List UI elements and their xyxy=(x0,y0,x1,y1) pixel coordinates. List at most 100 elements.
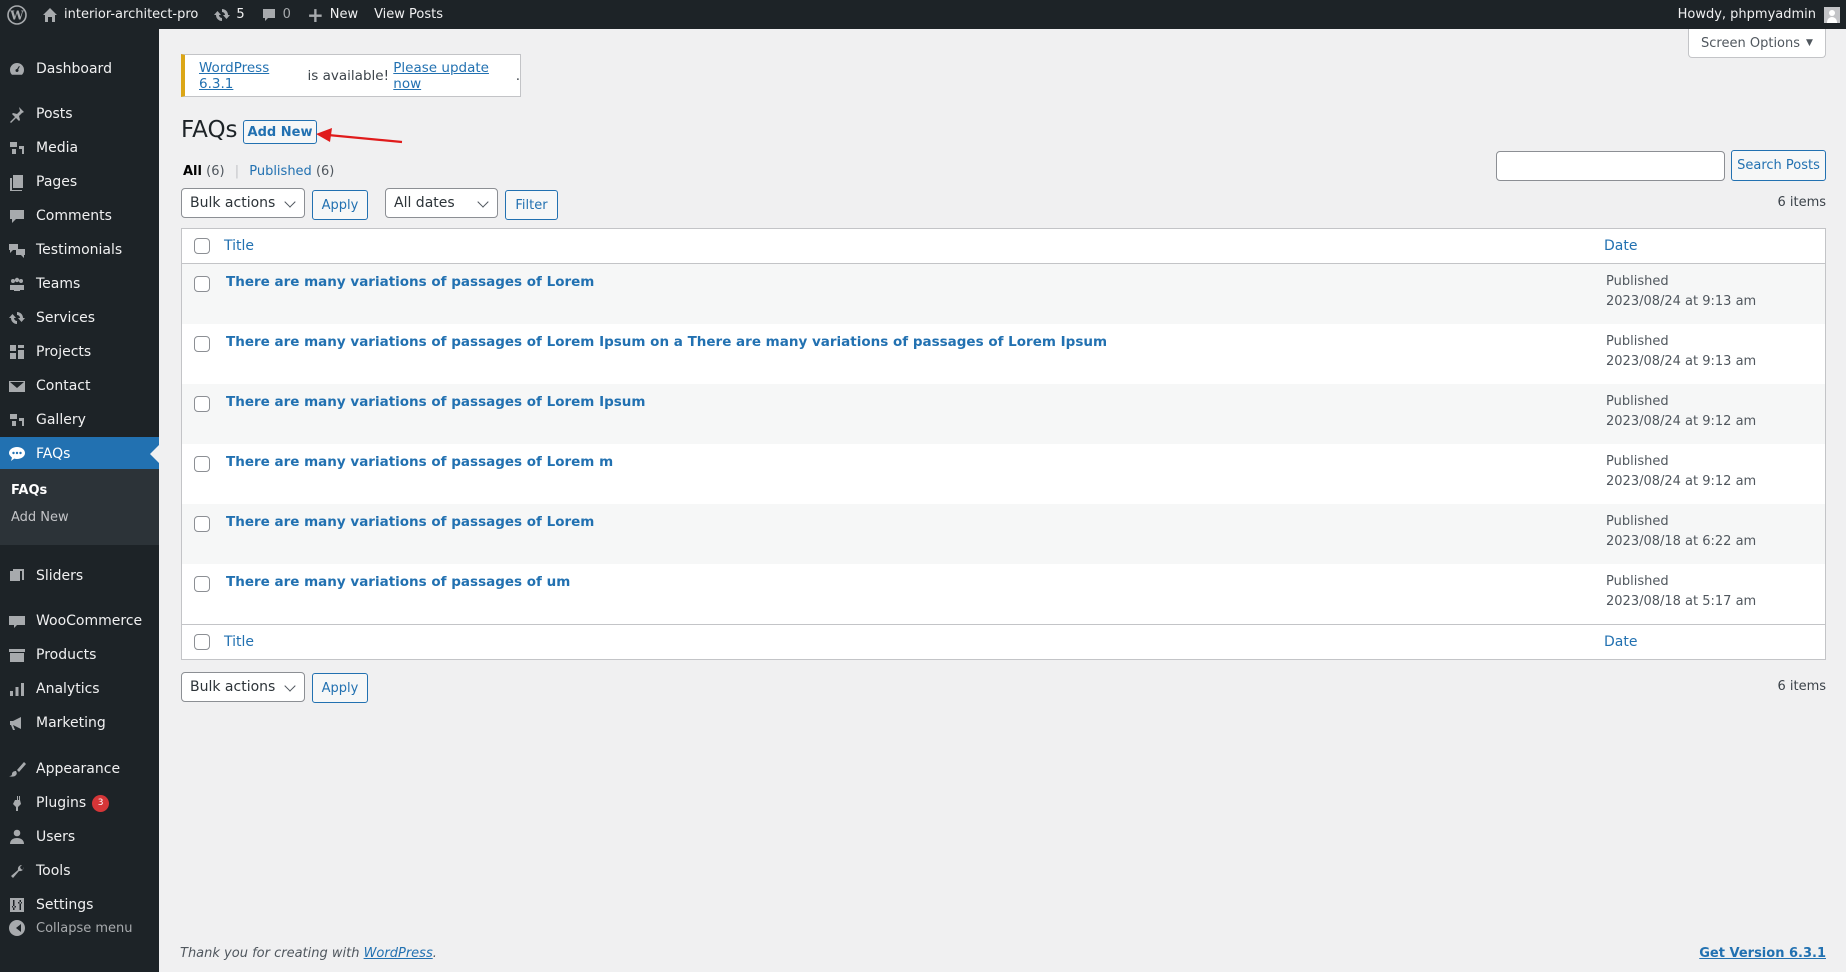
filter-button[interactable]: Filter xyxy=(505,190,558,220)
faq-title-link[interactable]: There are many variations of passages of… xyxy=(226,514,594,530)
sidebar-item-teams[interactable]: Teams xyxy=(0,267,159,301)
sidebar-item-gallery[interactable]: Gallery xyxy=(0,403,159,437)
faq-title-link[interactable]: There are many variations of passages of… xyxy=(226,454,613,470)
screen-options-button[interactable]: Screen Options ▼ xyxy=(1688,29,1826,58)
bulk-actions-select-bottom[interactable]: Bulk actions xyxy=(181,672,305,702)
row-checkbox[interactable] xyxy=(194,396,210,412)
comments-link[interactable]: 0 xyxy=(253,0,299,29)
bulk-actions-value: Bulk actions xyxy=(190,679,276,695)
dates-select[interactable]: All dates xyxy=(385,188,498,218)
post-date: 2023/08/24 at 9:12 am xyxy=(1606,414,1757,429)
sidebar-item-users[interactable]: Users xyxy=(0,820,159,854)
sidebar-item-dashboard[interactable]: Dashboard xyxy=(0,52,159,86)
faq-title-link[interactable]: There are many variations of passages of… xyxy=(226,334,1107,350)
slides-icon xyxy=(0,567,34,585)
sidebar-item-plugins[interactable]: Plugins 3 xyxy=(0,786,159,820)
wordpress-logo-button[interactable]: W xyxy=(0,0,34,29)
table-header: Title Date xyxy=(182,229,1825,264)
sidebar-item-products[interactable]: Products xyxy=(0,638,159,672)
sidebar-item-label: WooCommerce xyxy=(36,613,143,629)
plugin-icon xyxy=(0,794,34,812)
view-posts-link[interactable]: View Posts xyxy=(366,0,451,29)
sidebar-item-services[interactable]: Services xyxy=(0,301,159,335)
dashboard-icon xyxy=(0,60,34,78)
plus-icon: + xyxy=(306,2,324,27)
updates-link[interactable]: 5 xyxy=(206,0,252,29)
avatar xyxy=(1824,6,1840,23)
post-status: Published xyxy=(1606,334,1669,349)
column-title-sort-bottom[interactable]: Title xyxy=(224,634,254,650)
collapse-menu-button[interactable]: Collapse menu xyxy=(0,911,159,945)
faq-title-link[interactable]: There are many variations of passages of… xyxy=(226,574,570,590)
sidebar-item-analytics[interactable]: Analytics xyxy=(0,672,159,706)
row-checkbox[interactable] xyxy=(194,336,210,352)
column-date-sort-bottom[interactable]: Date xyxy=(1604,634,1637,650)
sidebar-item-pages[interactable]: Pages xyxy=(0,165,159,199)
sidebar-item-posts[interactable]: Posts xyxy=(0,97,159,131)
sidebar-item-testimonials[interactable]: Testimonials xyxy=(0,233,159,267)
megaphone-icon xyxy=(0,714,34,732)
faqs-table: Title Date There are many variations of … xyxy=(181,228,1826,660)
notice-period: . xyxy=(515,67,520,84)
wordpress-version-link[interactable]: WordPress 6.3.1 xyxy=(199,60,303,92)
brush-icon xyxy=(0,760,34,778)
sidebar-item-label: Gallery xyxy=(36,412,86,428)
row-checkbox[interactable] xyxy=(194,276,210,292)
row-checkbox[interactable] xyxy=(194,576,210,592)
sidebar-item-comments[interactable]: Comments xyxy=(0,199,159,233)
sidebar-item-faqs[interactable]: FAQs xyxy=(0,437,159,471)
faq-bubble-icon xyxy=(0,445,34,463)
select-all-checkbox[interactable] xyxy=(194,238,210,254)
table-row: There are many variations of passages of… xyxy=(182,324,1825,384)
sidebar-item-woocommerce[interactable]: WooCommerce xyxy=(0,604,159,638)
chevron-down-icon xyxy=(284,680,296,692)
row-checkbox[interactable] xyxy=(194,516,210,532)
faq-title-link[interactable]: There are many variations of passages of… xyxy=(226,274,594,290)
sidebar-item-label: Analytics xyxy=(36,681,100,697)
my-account-link[interactable]: Howdy, phpmyadmin xyxy=(1670,0,1846,29)
pages-icon xyxy=(0,173,34,191)
screen-options-label: Screen Options xyxy=(1701,35,1801,51)
bulk-actions-value: Bulk actions xyxy=(190,195,276,211)
view-all-link[interactable]: All xyxy=(183,164,202,179)
update-icon xyxy=(0,309,34,327)
apply-button-top[interactable]: Apply xyxy=(312,190,368,220)
sidebar-item-label: Dashboard xyxy=(36,61,112,77)
email-icon xyxy=(0,377,34,395)
pin-icon xyxy=(0,105,34,123)
new-content-link[interactable]: + New xyxy=(299,0,366,29)
update-now-link[interactable]: Please update now xyxy=(393,60,515,92)
collapse-menu-label: Collapse menu xyxy=(36,920,133,936)
footer-wordpress-link[interactable]: WordPress xyxy=(364,946,433,961)
admin-bar: W interior-architect-pro 5 0 + New View … xyxy=(0,0,1846,29)
submenu-item-add-new[interactable]: Add New xyxy=(11,510,69,525)
sidebar-item-projects[interactable]: Projects xyxy=(0,335,159,369)
add-new-button[interactable]: Add New xyxy=(243,120,317,144)
search-posts-button[interactable]: Search Posts xyxy=(1731,150,1826,181)
sidebar-item-contact[interactable]: Contact xyxy=(0,369,159,403)
view-published-link[interactable]: Published (6) xyxy=(249,164,334,179)
comment-icon xyxy=(261,7,277,23)
site-name-link[interactable]: interior-architect-pro xyxy=(34,0,206,29)
apply-button-bottom[interactable]: Apply xyxy=(312,673,368,703)
sidebar-item-label: Testimonials xyxy=(36,242,123,258)
column-title-sort[interactable]: Title xyxy=(224,238,254,254)
faq-title-link[interactable]: There are many variations of passages of… xyxy=(226,394,645,410)
search-input[interactable] xyxy=(1496,151,1725,181)
sidebar-item-media[interactable]: Media xyxy=(0,131,159,165)
column-date-sort[interactable]: Date xyxy=(1604,238,1637,254)
get-version-link[interactable]: Get Version 6.3.1 xyxy=(1699,946,1826,961)
post-date: 2023/08/18 at 6:22 am xyxy=(1606,534,1757,549)
sidebar-item-appearance[interactable]: Appearance xyxy=(0,752,159,786)
sidebar-item-label: Contact xyxy=(36,378,91,394)
row-checkbox[interactable] xyxy=(194,456,210,472)
sidebar-item-tools[interactable]: Tools xyxy=(0,854,159,888)
select-all-checkbox-bottom[interactable] xyxy=(194,634,210,650)
sidebar-item-label: Plugins xyxy=(36,795,87,811)
sidebar-item-sliders[interactable]: Sliders xyxy=(0,559,159,593)
post-status: Published xyxy=(1606,274,1669,289)
sidebar-item-marketing[interactable]: Marketing xyxy=(0,706,159,740)
table-footer: Title Date xyxy=(182,624,1825,659)
submenu-item-faqs[interactable]: FAQs xyxy=(11,483,47,498)
bulk-actions-select-top[interactable]: Bulk actions xyxy=(181,188,305,218)
